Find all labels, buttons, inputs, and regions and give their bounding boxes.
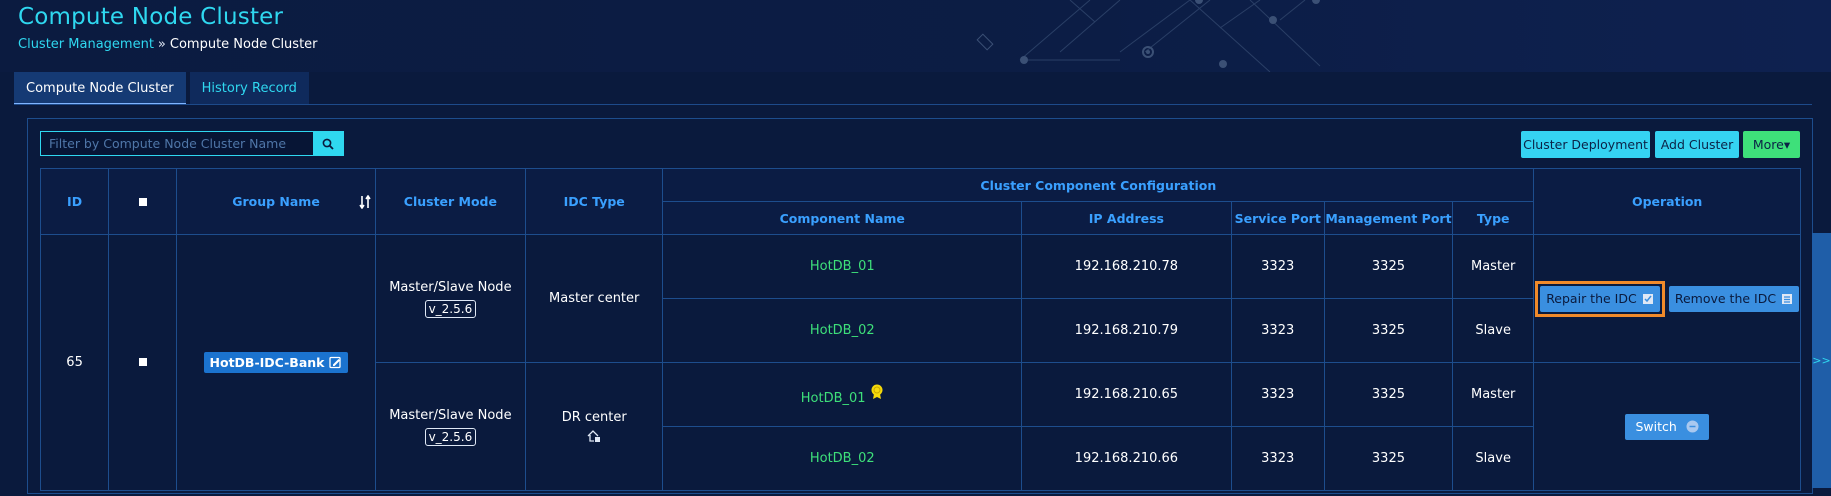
cluster-deployment-button[interactable]: Cluster Deployment: [1521, 131, 1650, 158]
highlight-box: Repair the IDC: [1535, 280, 1665, 317]
add-cluster-button[interactable]: Add Cluster: [1655, 131, 1739, 158]
cell-service-port: 3323: [1230, 234, 1325, 299]
breadcrumb-link-cluster-management[interactable]: Cluster Management: [18, 37, 154, 52]
repair-icon: [1642, 293, 1653, 304]
cell-management-port: 3325: [1323, 234, 1454, 299]
expand-arrows-icon: >>: [1812, 354, 1831, 367]
switch-label: Switch: [1635, 419, 1677, 434]
remove-idc-label: Remove the IDC: [1674, 291, 1777, 306]
sort-icon[interactable]: [359, 194, 371, 209]
header-service-port: Service Port: [1230, 201, 1325, 235]
table-row: 65 HotDB-IDC-Bank Master/Slave Node v_2.…: [39, 234, 1801, 491]
cell-operation-1: Repair the IDC Remove the IDC: [1533, 234, 1801, 363]
cell-service-port: 3323: [1230, 362, 1325, 427]
remove-icon: [1782, 293, 1793, 304]
cell-component-name: HotDB_01: [662, 362, 1023, 427]
group-name-button[interactable]: HotDB-IDC-Bank: [203, 352, 349, 373]
tab-compute-node-cluster[interactable]: Compute Node Cluster: [14, 72, 186, 105]
cell-idc-type-1: Master center: [525, 234, 664, 363]
cell-cluster-mode-2: Master/Slave Node v_2.5.6: [374, 362, 527, 491]
cell-ip: 192.168.210.78: [1021, 234, 1232, 299]
more-label: More: [1752, 137, 1784, 152]
cell-select[interactable]: [108, 234, 178, 491]
switch-icon: [1686, 420, 1699, 433]
cluster-table: ID Group Name Cluster Mode IDC Type Clus…: [39, 168, 1801, 491]
cell-cluster-mode-1: Master/Slave Node v_2.5.6: [374, 234, 527, 363]
cell-ip: 192.168.210.65: [1021, 362, 1232, 427]
header-ip-address: IP Address: [1021, 201, 1232, 235]
cell-id: 65: [39, 234, 110, 491]
cell-ip: 192.168.210.66: [1021, 426, 1232, 491]
cell-type: Slave: [1452, 426, 1535, 491]
master-badge-icon: [871, 384, 883, 399]
remove-idc-button[interactable]: Remove the IDC: [1668, 285, 1800, 312]
cell-type: Master: [1452, 234, 1535, 299]
group-name-label: HotDB-IDC-Bank: [209, 355, 325, 370]
header-idc-type: IDC Type: [525, 168, 664, 235]
cell-component-name: HotDB_01: [662, 234, 1023, 299]
edit-icon: [329, 356, 342, 369]
header-type: Type: [1452, 201, 1535, 235]
cluster-mode-label: Master/Slave Node: [389, 407, 512, 423]
cell-type: Master: [1452, 362, 1535, 427]
component-name-label: HotDB_01: [800, 390, 866, 406]
tab-bar: Compute Node Cluster History Record: [14, 72, 313, 105]
dr-center-icon: [587, 430, 601, 442]
side-panel-toggle[interactable]: >>: [1812, 233, 1831, 488]
header-component-name: Component Name: [662, 201, 1023, 235]
header-cluster-mode: Cluster Mode: [374, 168, 527, 235]
idc-type-label: DR center: [561, 410, 627, 425]
header-id: ID: [39, 168, 110, 235]
more-button[interactable]: More▾: [1743, 131, 1800, 158]
cell-management-port: 3325: [1323, 426, 1454, 491]
version-badge: v_2.5.6: [424, 299, 477, 318]
cell-type: Slave: [1452, 298, 1535, 363]
breadcrumb: Cluster Management» Compute Node Cluster: [18, 37, 318, 52]
search-button[interactable]: [313, 132, 343, 155]
cell-component-name: HotDB_02: [662, 298, 1023, 363]
header-group-name[interactable]: Group Name: [176, 168, 376, 235]
header-operation: Operation: [1533, 168, 1801, 235]
select-all-checkbox[interactable]: [138, 198, 147, 206]
caret-down-icon: ▾: [1783, 137, 1791, 152]
header-component-config: Cluster Component Configuration: [662, 168, 1535, 202]
header-management-port: Management Port: [1323, 201, 1454, 235]
cell-management-port: 3325: [1323, 362, 1454, 427]
cell-group-name: HotDB-IDC-Bank: [176, 234, 376, 491]
cell-service-port: 3323: [1230, 298, 1325, 363]
switch-button[interactable]: Switch: [1625, 413, 1709, 440]
search-box: [40, 131, 344, 156]
idc-type-label: Master center: [549, 291, 640, 306]
circuit-decoration: [976, 0, 1321, 72]
search-input[interactable]: [41, 132, 313, 155]
breadcrumb-current: Compute Node Cluster: [169, 37, 318, 52]
header-select-all[interactable]: [108, 168, 178, 235]
repair-idc-label: Repair the IDC: [1546, 291, 1637, 306]
cluster-mode-label: Master/Slave Node: [389, 279, 512, 295]
header-group-name-label: Group Name: [232, 194, 320, 209]
cell-component-name: HotDB_02: [662, 426, 1023, 491]
cell-ip: 192.168.210.79: [1021, 298, 1232, 363]
row-checkbox[interactable]: [138, 358, 147, 366]
repair-idc-button[interactable]: Repair the IDC: [1540, 285, 1660, 312]
page-title: Compute Node Cluster: [18, 4, 284, 30]
cell-management-port: 3325: [1323, 298, 1454, 363]
breadcrumb-separator: »: [157, 37, 166, 52]
tab-history-record[interactable]: History Record: [189, 72, 309, 105]
search-icon: [322, 138, 334, 150]
tab-underline: [14, 104, 1812, 105]
cell-idc-type-2: DR center: [525, 362, 664, 491]
cell-operation-2: Switch: [1533, 362, 1801, 491]
version-badge: v_2.5.6: [424, 427, 477, 446]
cell-service-port: 3323: [1230, 426, 1325, 491]
